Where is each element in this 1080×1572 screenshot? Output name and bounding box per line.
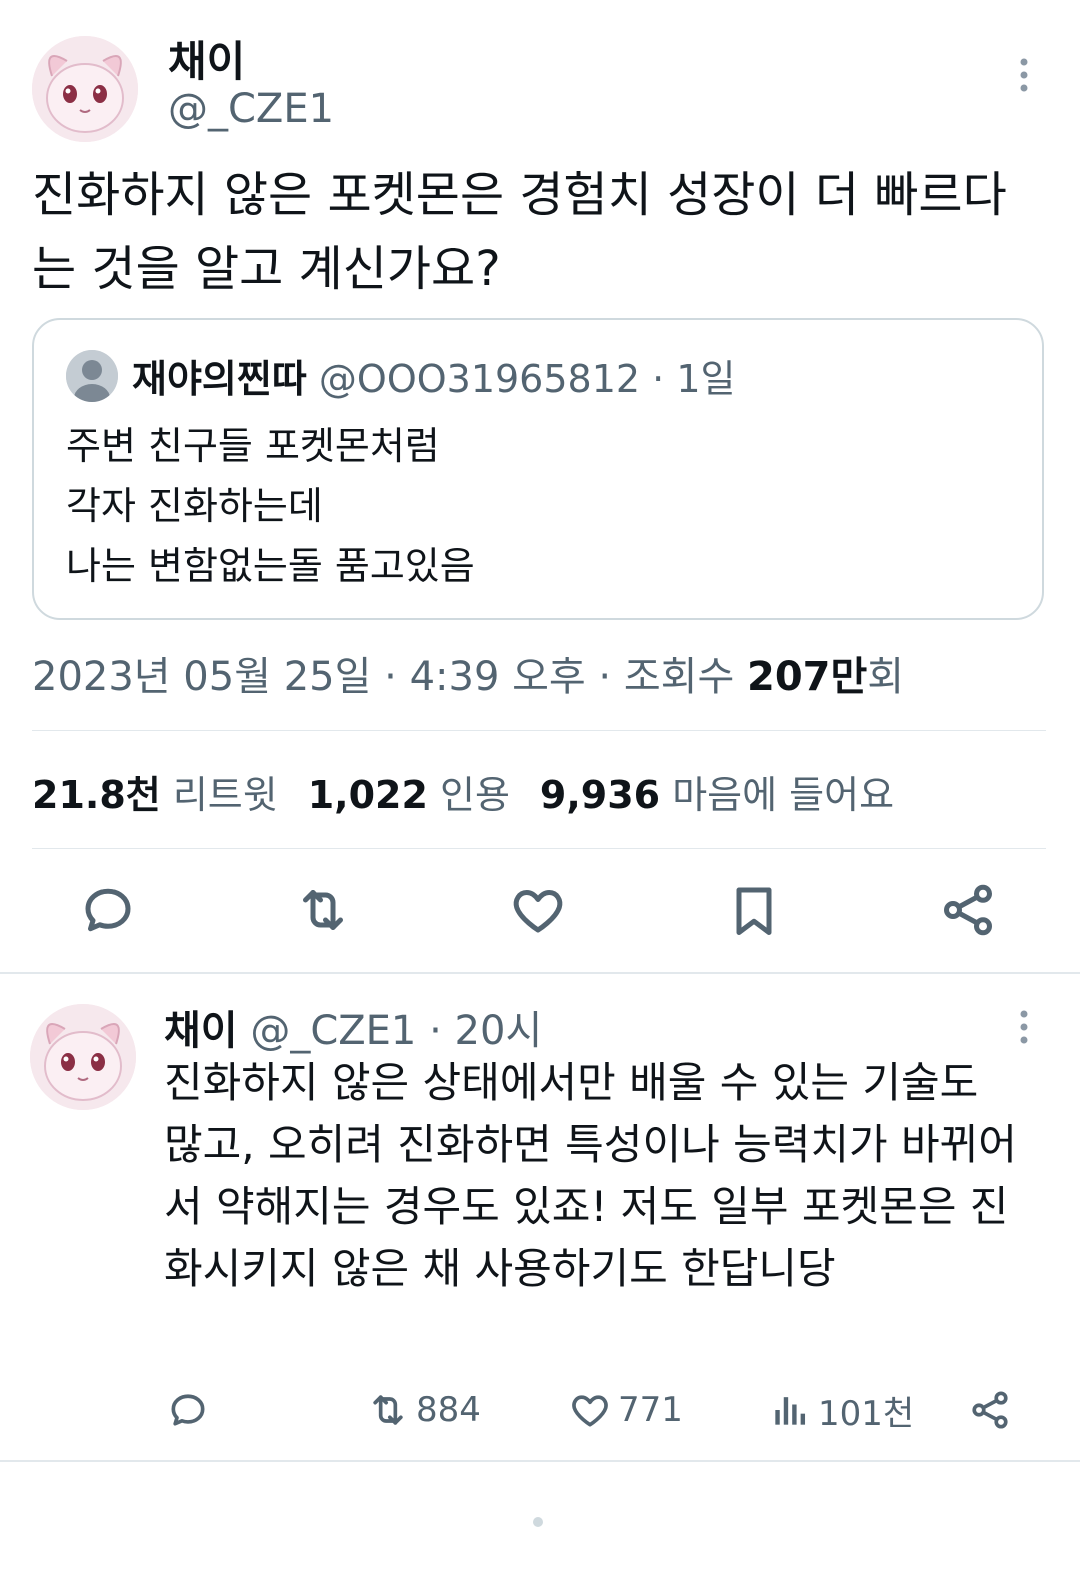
share-icon[interactable] xyxy=(938,880,998,940)
reply-views-button[interactable]: 101천 xyxy=(768,1388,915,1434)
like-icon[interactable] xyxy=(508,880,568,940)
tweet-timestamp: 2023년 05월 25일 · 4:39 오후 · 조회수 207만회 xyxy=(32,644,904,702)
reply-author-name[interactable]: 채이 xyxy=(164,1008,238,1054)
reply-views-count: 101천 xyxy=(818,1393,915,1434)
quotes-stat[interactable]: 1,022 인용 xyxy=(308,773,510,817)
author-handle[interactable]: @_CZE1 xyxy=(168,86,334,132)
likes-stat[interactable]: 9,936 마음에 들어요 xyxy=(540,773,894,817)
likes-count: 9,936 xyxy=(539,773,661,817)
quoted-author-avatar xyxy=(66,350,118,402)
tweet-stats: 21.8천 리트윗 1,022 인용 9,936 마음에 들어요 xyxy=(32,764,894,819)
reply-icon[interactable] xyxy=(78,880,138,940)
author-name[interactable]: 채이 xyxy=(168,28,245,89)
quoted-tweet-header: 재야의찐따 @OOO31965812 · 1일 xyxy=(132,348,735,403)
more-options-icon[interactable] xyxy=(1010,56,1038,96)
reply-like-count: 771 xyxy=(618,1390,683,1430)
quoted-tweet-text: 주변 친구들 포켓몬처럼 각자 진화하는데 나는 변함없는돌 품고있음 xyxy=(66,424,475,588)
retweets-stat[interactable]: 21.8천 리트윗 xyxy=(32,773,278,817)
views-count: 207만 xyxy=(746,654,868,700)
divider xyxy=(32,848,1046,849)
reply-author-avatar[interactable] xyxy=(30,1004,136,1110)
reply-author-handle[interactable]: @_CZE1 xyxy=(250,1008,416,1054)
divider xyxy=(0,1460,1080,1462)
reply-retweet-button[interactable]: 884 xyxy=(366,1388,481,1432)
views-suffix: 회 xyxy=(867,654,905,700)
reply-icon xyxy=(171,1394,205,1426)
section-divider xyxy=(0,972,1080,974)
retweets-label: 리트윗 xyxy=(172,773,278,817)
reply-retweet-count: 884 xyxy=(416,1390,481,1430)
author-avatar[interactable] xyxy=(32,36,138,142)
reply-share-button[interactable] xyxy=(968,1388,1012,1432)
analytics-icon xyxy=(775,1397,806,1425)
quoted-author-handle: @OOO31965812 xyxy=(318,357,641,401)
retweets-count: 21.8천 xyxy=(32,773,161,817)
reply-reply-button[interactable] xyxy=(166,1388,210,1432)
reply-text: 진화하지 않은 상태에서만 배울 수 있는 기술도 많고, 오히려 진화하면 특… xyxy=(164,1058,1017,1293)
timestamp-text: 2023년 05월 25일 · 4:39 오후 · 조회수 xyxy=(32,654,735,700)
quoted-tweet-age: · 1일 xyxy=(652,357,736,401)
quotes-label: 인용 xyxy=(440,773,510,817)
quoted-author-name: 재야의찐따 xyxy=(132,357,307,401)
reply-header: 채이 @_CZE1 · 20시 xyxy=(164,998,542,1056)
bookmark-icon[interactable] xyxy=(724,880,784,940)
retweet-icon xyxy=(373,1395,403,1425)
quotes-count: 1,022 xyxy=(307,773,428,817)
retweet-icon[interactable] xyxy=(293,880,353,940)
reply-more-options-icon[interactable] xyxy=(1010,1008,1038,1048)
divider xyxy=(32,730,1046,731)
likes-label: 마음에 들어요 xyxy=(672,773,895,817)
reply-age: · 20시 xyxy=(429,1008,543,1054)
share-icon xyxy=(972,1391,1008,1429)
reply-like-button[interactable]: 771 xyxy=(568,1388,683,1432)
quoted-tweet-card[interactable]: 재야의찐따 @OOO31965812 · 1일 주변 친구들 포켓몬처럼 각자 … xyxy=(32,318,1044,620)
tweet-text: 진화하지 않은 포켓몬은 경험치 성장이 더 빠르다는 것을 알고 계신가요? xyxy=(32,167,1007,297)
heart-icon xyxy=(572,1395,608,1427)
loading-indicator xyxy=(533,1517,543,1527)
